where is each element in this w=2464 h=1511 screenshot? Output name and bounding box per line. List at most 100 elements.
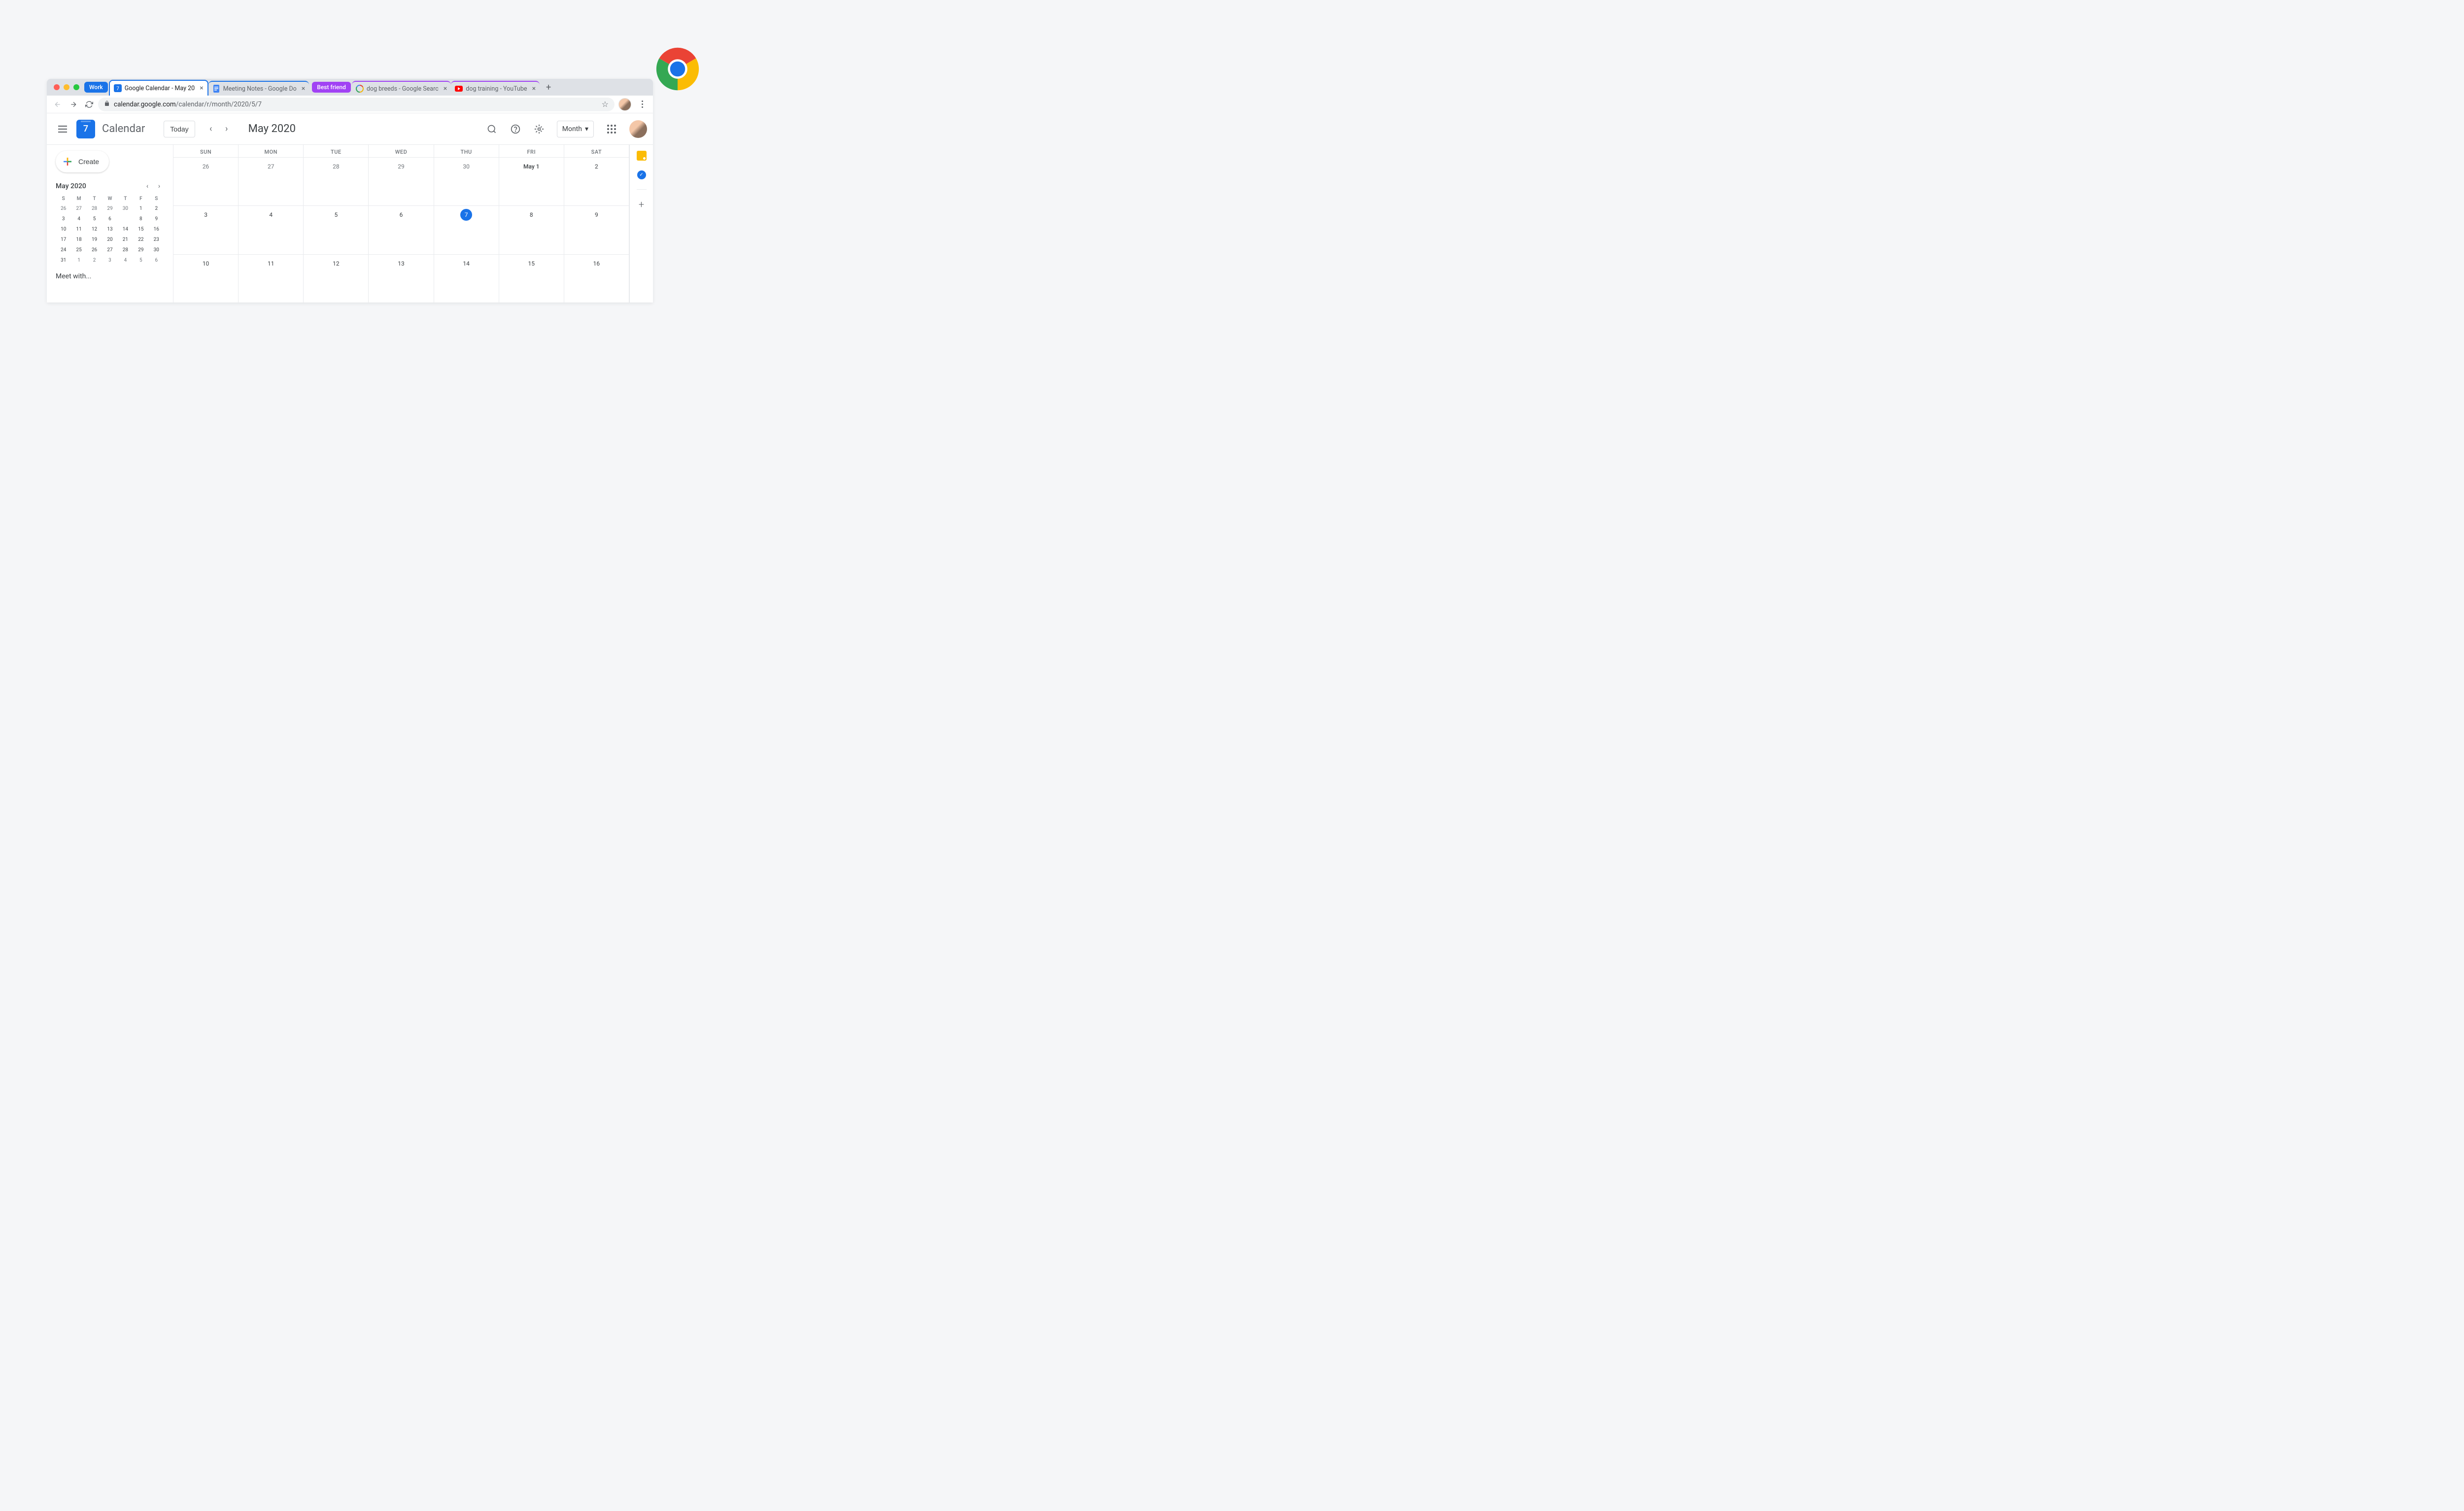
date-cell[interactable]: 6: [369, 206, 434, 254]
tab-youtube[interactable]: dog training - YouTube ×: [451, 81, 540, 96]
search-button[interactable]: [482, 119, 502, 139]
tasks-icon[interactable]: [637, 170, 646, 179]
mini-day-cell[interactable]: 16: [149, 224, 164, 235]
mini-day-cell[interactable]: 6: [102, 214, 117, 224]
close-tab-icon[interactable]: ×: [444, 85, 447, 93]
mini-day-cell[interactable]: 27: [71, 203, 86, 214]
minimize-window-button[interactable]: [64, 84, 69, 90]
maximize-window-button[interactable]: [73, 84, 79, 90]
mini-day-cell[interactable]: 29: [102, 203, 117, 214]
tab-calendar[interactable]: 7 Google Calendar - May 20 ×: [109, 80, 208, 96]
address-bar[interactable]: calendar.google.com/calendar/r/month/202…: [98, 98, 615, 111]
date-cell[interactable]: 28: [304, 158, 369, 205]
mini-day-cell[interactable]: 7: [118, 214, 133, 224]
date-cell[interactable]: 16: [564, 255, 629, 302]
create-button[interactable]: Create: [56, 151, 109, 172]
date-cell[interactable]: 27: [239, 158, 304, 205]
mini-day-cell[interactable]: 17: [56, 235, 71, 245]
close-tab-icon[interactable]: ×: [532, 85, 536, 93]
mini-day-cell[interactable]: 30: [149, 245, 164, 255]
mini-day-cell[interactable]: 4: [71, 214, 86, 224]
date-cell[interactable]: 5: [304, 206, 369, 254]
date-cell[interactable]: May 1: [499, 158, 564, 205]
main-menu-button[interactable]: [53, 119, 72, 139]
mini-day-cell[interactable]: 29: [133, 245, 148, 255]
next-month-button[interactable]: ›: [219, 121, 235, 137]
mini-day-cell[interactable]: 2: [87, 255, 102, 266]
account-avatar-icon[interactable]: [629, 120, 647, 138]
keep-icon[interactable]: [637, 151, 647, 161]
date-cell[interactable]: 15: [499, 255, 564, 302]
mini-day-cell[interactable]: 30: [118, 203, 133, 214]
mini-day-cell[interactable]: 28: [87, 203, 102, 214]
date-cell[interactable]: 2: [564, 158, 629, 205]
date-cell[interactable]: 8: [499, 206, 564, 254]
mini-day-cell[interactable]: 12: [87, 224, 102, 235]
help-button[interactable]: [506, 119, 525, 139]
mini-day-cell[interactable]: 5: [87, 214, 102, 224]
profile-avatar-icon[interactable]: [618, 98, 631, 111]
mini-day-cell[interactable]: 1: [133, 203, 148, 214]
mini-day-cell[interactable]: 14: [118, 224, 133, 235]
mini-day-cell[interactable]: 9: [149, 214, 164, 224]
mini-day-cell[interactable]: 23: [149, 235, 164, 245]
new-tab-button[interactable]: +: [542, 80, 555, 94]
date-cell[interactable]: 12: [304, 255, 369, 302]
date-cell[interactable]: 30: [434, 158, 499, 205]
browser-menu-button[interactable]: [635, 98, 649, 111]
mini-day-cell[interactable]: 25: [71, 245, 86, 255]
mini-day-cell[interactable]: 24: [56, 245, 71, 255]
mini-day-cell[interactable]: 19: [87, 235, 102, 245]
tab-search[interactable]: dog breeds - Google Searc ×: [352, 81, 451, 96]
forward-button[interactable]: [67, 98, 80, 111]
mini-next-button[interactable]: ›: [154, 181, 164, 191]
close-tab-icon[interactable]: ×: [200, 84, 203, 92]
view-selector[interactable]: Month ▾: [557, 121, 594, 137]
date-cell[interactable]: 11: [239, 255, 304, 302]
mini-day-cell[interactable]: 21: [118, 235, 133, 245]
date-cell[interactable]: 10: [173, 255, 239, 302]
mini-day-cell[interactable]: 13: [102, 224, 117, 235]
mini-day-cell[interactable]: 10: [56, 224, 71, 235]
tab-group-best-friend[interactable]: Best friend: [312, 82, 351, 93]
mini-day-cell[interactable]: 26: [87, 245, 102, 255]
tab-group-work[interactable]: Work: [84, 82, 108, 93]
mini-day-cell[interactable]: 4: [118, 255, 133, 266]
mini-day-cell[interactable]: 2: [149, 203, 164, 214]
mini-day-cell[interactable]: 11: [71, 224, 86, 235]
mini-day-cell[interactable]: 15: [133, 224, 148, 235]
mini-day-cell[interactable]: 5: [133, 255, 148, 266]
mini-day-cell[interactable]: 1: [71, 255, 86, 266]
date-cell[interactable]: 7: [434, 206, 499, 254]
prev-month-button[interactable]: ‹: [203, 121, 219, 137]
tab-docs[interactable]: Meeting Notes - Google Do ×: [208, 81, 309, 96]
close-tab-icon[interactable]: ×: [302, 85, 305, 93]
mini-day-cell[interactable]: 8: [133, 214, 148, 224]
mini-day-cell[interactable]: 27: [102, 245, 117, 255]
mini-day-cell[interactable]: 3: [102, 255, 117, 266]
date-cell[interactable]: 9: [564, 206, 629, 254]
date-cell[interactable]: 4: [239, 206, 304, 254]
meet-with-label[interactable]: Meet with...: [56, 272, 164, 280]
date-cell[interactable]: 3: [173, 206, 239, 254]
date-cell[interactable]: 26: [173, 158, 239, 205]
mini-day-cell[interactable]: 20: [102, 235, 117, 245]
mini-prev-button[interactable]: ‹: [142, 181, 152, 191]
mini-day-cell[interactable]: 6: [149, 255, 164, 266]
bookmark-star-icon[interactable]: ☆: [602, 100, 609, 109]
mini-day-cell[interactable]: 28: [118, 245, 133, 255]
close-window-button[interactable]: [54, 84, 60, 90]
mini-day-cell[interactable]: 3: [56, 214, 71, 224]
settings-button[interactable]: [529, 119, 549, 139]
back-button[interactable]: [51, 98, 65, 111]
date-cell[interactable]: 14: [434, 255, 499, 302]
add-addon-button[interactable]: +: [637, 200, 647, 209]
date-cell[interactable]: 29: [369, 158, 434, 205]
mini-day-cell[interactable]: 22: [133, 235, 148, 245]
google-apps-button[interactable]: [602, 119, 621, 139]
reload-button[interactable]: [82, 98, 96, 111]
date-cell[interactable]: 13: [369, 255, 434, 302]
mini-day-cell[interactable]: 18: [71, 235, 86, 245]
today-button[interactable]: Today: [164, 121, 195, 137]
mini-day-cell[interactable]: 26: [56, 203, 71, 214]
